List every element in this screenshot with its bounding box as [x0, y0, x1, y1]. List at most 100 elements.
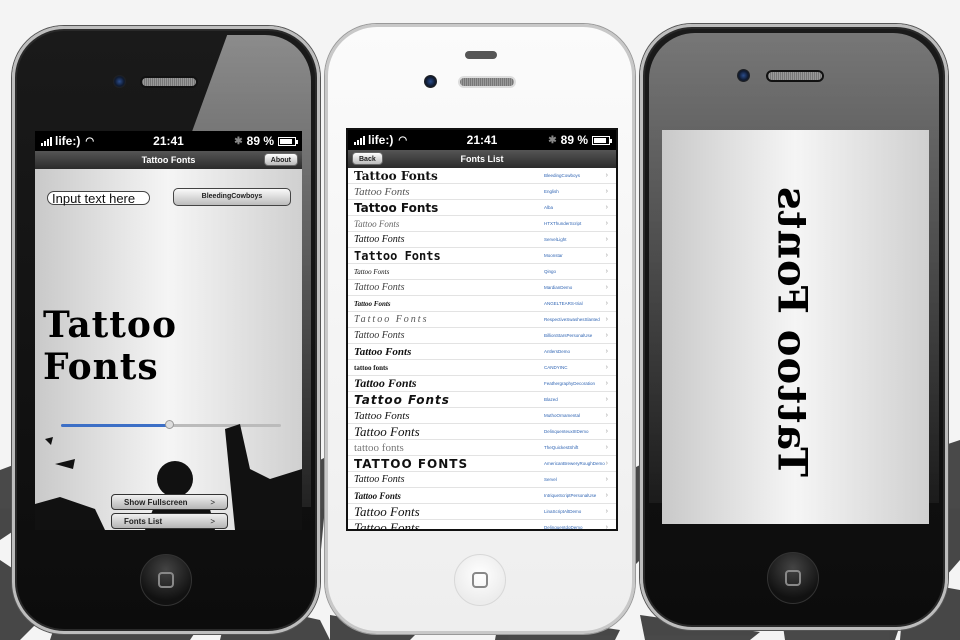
- earpiece-speaker: [458, 76, 516, 88]
- font-list-row[interactable]: Tattoo Fonts BillionStarsPersonalUse ›: [348, 328, 616, 344]
- font-list-row[interactable]: Tattoo Fonts Qingo ›: [348, 264, 616, 280]
- font-list-row[interactable]: tattoo fonts TheQuickestShift ›: [348, 440, 616, 456]
- font-sample: Tattoo Fonts: [354, 392, 450, 407]
- font-list-row[interactable]: Tattoo Fonts IntriqueScriptPersonalUse ›: [348, 488, 616, 504]
- home-button[interactable]: [454, 554, 506, 606]
- text-input[interactable]: Input text here: [47, 191, 150, 205]
- font-name: Blazed: [544, 397, 558, 402]
- chevron-right-icon: ›: [605, 268, 608, 275]
- chevron-right-icon: ›: [605, 508, 608, 515]
- font-list-row[interactable]: TATTOO FONTS AmericanBreweryRoughDemo ›: [348, 456, 616, 472]
- chevron-right-icon: ›: [605, 396, 608, 403]
- font-list-row[interactable]: Tattoo Fonts DelinquenteuxIIIDemo ›: [348, 424, 616, 440]
- battery-icon: [592, 135, 612, 145]
- main-screen: life:) ◠ 21:41 ✱ 89 % Tattoo Fonts About …: [35, 131, 302, 530]
- font-name: IntriqueScriptPersonalUse: [544, 493, 597, 498]
- chevron-right-icon: ›: [605, 444, 608, 451]
- font-list-row[interactable]: Tattoo Fonts Moonstar ›: [348, 248, 616, 264]
- font-list-row[interactable]: Tattoo Fonts Alba ›: [348, 200, 616, 216]
- chevron-right-icon: ›: [605, 220, 608, 227]
- font-name: MuthoOrnamental: [544, 413, 581, 418]
- font-name: English: [544, 189, 559, 194]
- home-button[interactable]: [140, 554, 192, 606]
- font-list-row[interactable]: Tattoo Fonts Servel ›: [348, 472, 616, 488]
- font-sample: TATTOO FONTS: [354, 456, 469, 471]
- proximity-sensor: [465, 51, 497, 59]
- front-camera-icon: [737, 69, 750, 82]
- font-name: Servel: [544, 477, 557, 482]
- font-name: Alba: [544, 205, 554, 210]
- earpiece-speaker: [766, 70, 824, 82]
- about-button[interactable]: About: [263, 153, 298, 166]
- show-fullscreen-button[interactable]: Show Fullscreen >: [111, 494, 228, 510]
- font-sample: tattoo fonts: [354, 441, 404, 454]
- front-camera-icon: [424, 75, 437, 88]
- back-button[interactable]: Back: [352, 152, 383, 165]
- font-sample: Tattoo Fonts: [354, 519, 420, 531]
- font-sample: Tattoo Fonts: [354, 409, 410, 422]
- font-sample: tattoo fonts: [354, 363, 389, 372]
- font-sample: Tattoo Fonts: [354, 200, 439, 215]
- fonts-list-button[interactable]: Fonts List >: [111, 513, 228, 529]
- font-list-row[interactable]: Tattoo Fonts LinaScriptAltDemo ›: [348, 504, 616, 520]
- front-camera-icon: [113, 75, 126, 88]
- font-sample: Tattoo Fonts: [354, 234, 405, 245]
- status-bar: life:) ◠ 21:41 ✱ 89 %: [35, 131, 302, 151]
- font-name: ServelLight: [544, 237, 567, 242]
- font-sample: Tattoo Fonts: [354, 376, 417, 390]
- font-name: FeathergraphyDecoration: [544, 381, 596, 386]
- nav-title: Tattoo Fonts: [141, 155, 196, 165]
- nav-title: Fonts List: [460, 154, 504, 164]
- font-name: MardianDemo: [544, 285, 573, 290]
- font-list-row[interactable]: Tattoo Fonts DelinquentdoDemo ›: [348, 519, 616, 531]
- fullscreen-preview: Tattoo Fonts: [768, 185, 816, 478]
- font-name: BillionStarsPersonalUse: [544, 333, 593, 338]
- font-sample: Tattoo Fonts: [354, 267, 390, 276]
- fonts-list-label: Fonts List: [124, 516, 163, 526]
- show-fullscreen-label: Show Fullscreen: [124, 497, 188, 507]
- chevron-right-icon: ›: [605, 188, 608, 195]
- chevron-right-icon: ›: [605, 348, 608, 355]
- font-list-row[interactable]: Tattoo Fonts Blazed ›: [348, 392, 616, 408]
- font-list-row[interactable]: Tattoo Fonts RespectiveSwashesSlanted ›: [348, 312, 616, 328]
- font-sample: Tattoo Fonts: [354, 218, 400, 229]
- font-list-row[interactable]: tattoo fonts CANDYINC ›: [348, 360, 616, 376]
- font-name: BleedingCowboys: [544, 173, 581, 178]
- font-sample: Tattoo Fonts: [354, 314, 429, 325]
- font-name: Qingo: [544, 269, 557, 274]
- nav-bar: Tattoo Fonts About: [35, 151, 302, 169]
- font-name: AmericanBreweryRoughDemo: [544, 461, 605, 466]
- font-list-row[interactable]: Tattoo Fonts FeathergraphyDecoration ›: [348, 376, 616, 392]
- chevron-right-icon: ›: [605, 252, 608, 259]
- home-square-icon: [785, 570, 801, 586]
- chevron-right-icon: ›: [605, 172, 608, 179]
- chevron-right-icon: >: [210, 516, 215, 526]
- font-list-row[interactable]: Tattoo Fonts ANGELTEARS-trial ›: [348, 296, 616, 312]
- font-sample: Tattoo Fonts: [354, 248, 441, 263]
- font-list-row[interactable]: Tattoo Fonts MardianDemo ›: [348, 280, 616, 296]
- font-sample: Tattoo Fonts: [354, 503, 420, 519]
- font-list-row[interactable]: Tattoo Fonts AntlersDemo ›: [348, 344, 616, 360]
- font-list-row[interactable]: Tattoo Fonts HTXThunderScript ›: [348, 216, 616, 232]
- font-preview: Tattoo Fonts: [43, 304, 177, 388]
- font-sample: Tattoo Fonts: [354, 299, 391, 308]
- font-list-row[interactable]: Tattoo Fonts BleedingCowboys ›: [348, 168, 616, 184]
- home-button[interactable]: [767, 552, 819, 604]
- fonts-list[interactable]: Tattoo Fonts BleedingCowboys › Tattoo Fonts…: [348, 168, 616, 529]
- font-list-row[interactable]: Tattoo Fonts MuthoOrnamental ›: [348, 408, 616, 424]
- font-name: LinaScriptAltDemo: [544, 509, 582, 514]
- font-name: Moonstar: [544, 253, 563, 258]
- chevron-right-icon: ›: [605, 380, 608, 387]
- font-select-button[interactable]: BleedingCowboys: [173, 188, 291, 206]
- chevron-right-icon: ›: [605, 364, 608, 371]
- font-sample: Tattoo Fonts: [354, 168, 438, 183]
- chevron-right-icon: ›: [605, 300, 608, 307]
- status-bar: life:) ◠ 21:41 ✱ 89 %: [348, 130, 616, 150]
- battery-icon: [278, 136, 298, 146]
- chevron-right-icon: ›: [605, 428, 608, 435]
- font-sample: Tattoo Fonts: [354, 185, 410, 198]
- font-list-row[interactable]: Tattoo Fonts English ›: [348, 184, 616, 200]
- font-list-row[interactable]: Tattoo Fonts ServelLight ›: [348, 232, 616, 248]
- font-sample: Tattoo Fonts: [354, 282, 405, 293]
- list-screen: life:) ◠ 21:41 ✱ 89 % Fonts List Back Tat…: [346, 128, 618, 531]
